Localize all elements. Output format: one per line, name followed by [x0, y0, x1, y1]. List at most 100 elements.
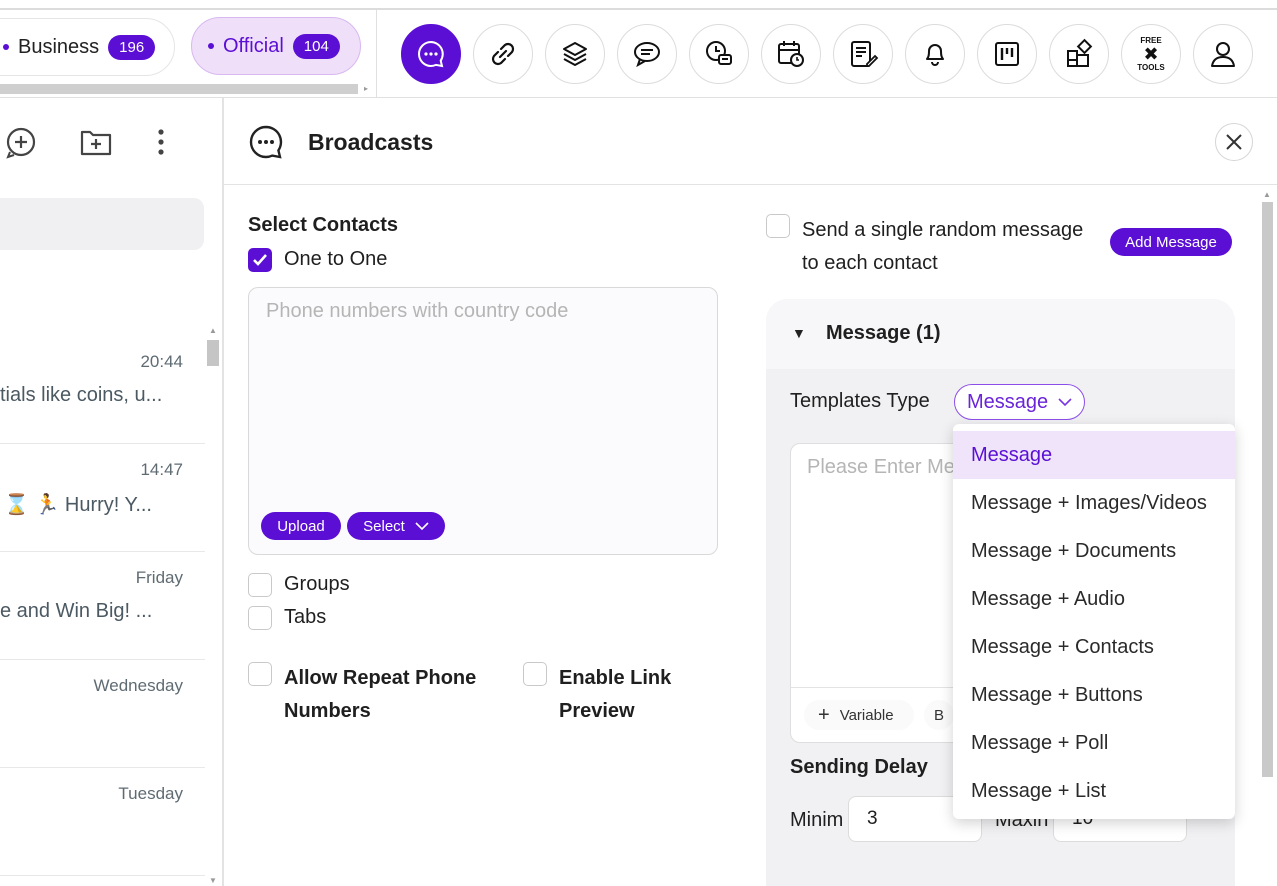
random-message-label: Send a single random message to each con… — [802, 214, 1083, 280]
chat-list-item[interactable]: Wednesday — [0, 660, 205, 768]
notes-edit-icon — [851, 41, 879, 67]
chat-list-item[interactable]: 14:47 ⌛ 🏃 Hurry! Y... — [0, 444, 205, 552]
templates-select-value: Message — [967, 390, 1049, 413]
add-message-button[interactable]: Add Message — [1110, 228, 1232, 256]
bell-icon — [926, 44, 944, 66]
speech-button[interactable] — [617, 24, 677, 84]
template-option-message[interactable]: Message — [953, 431, 1235, 479]
tools-cross-icon: ✖ — [1143, 44, 1159, 64]
random-message-checkbox[interactable] — [766, 214, 790, 238]
select-contacts-button[interactable]: Select — [347, 512, 445, 540]
new-folder-button[interactable] — [79, 128, 113, 163]
chat-list-item[interactable]: 20:44 tials like coins, u... — [0, 336, 205, 444]
random-line1: Send a single random message — [802, 219, 1084, 241]
chat-time: Tuesday — [118, 784, 183, 803]
form-scrollbar[interactable] — [1262, 202, 1273, 777]
chat-bubble-icon — [418, 40, 444, 68]
upload-button[interactable]: Upload — [261, 512, 341, 540]
phone-numbers-placeholder: Phone numbers with country code — [266, 300, 569, 322]
add-chat-icon — [6, 127, 36, 159]
chevron-down-icon — [1058, 398, 1072, 407]
templates-type-select[interactable]: Message — [954, 384, 1085, 420]
tabs-checkbox[interactable] — [248, 606, 272, 630]
tab-business[interactable]: Business 196 — [0, 18, 175, 76]
chat-time: Wednesday — [93, 676, 183, 695]
scroll-right-arrow-icon[interactable]: ▸ — [364, 84, 370, 94]
speech-icon — [634, 42, 660, 68]
kanban-button[interactable] — [977, 24, 1037, 84]
dot-icon — [208, 43, 214, 49]
divider — [224, 184, 1277, 185]
tab-official-label: Official — [223, 34, 284, 57]
business-count-badge: 196 — [108, 34, 156, 60]
profile-button[interactable] — [1193, 24, 1253, 84]
widgets-button[interactable] — [1049, 24, 1109, 84]
schedule-chat-icon — [706, 41, 732, 65]
template-option-audio[interactable]: Message + Audio — [953, 575, 1235, 623]
links-button[interactable] — [473, 24, 533, 84]
insert-variable-button[interactable]: + Variable — [804, 700, 914, 730]
caret-down-icon: ▼ — [792, 325, 806, 341]
template-option-buttons[interactable]: Message + Buttons — [953, 671, 1235, 719]
panel-divider — [222, 98, 224, 886]
top-border — [0, 8, 1277, 10]
chat-time: 14:47 — [140, 460, 183, 479]
template-option-list[interactable]: Message + List — [953, 767, 1235, 815]
chat-list-item[interactable]: Friday e and Win Big! ... — [0, 552, 205, 660]
one-to-one-label: One to One — [284, 248, 388, 270]
scheduled-chat-button[interactable] — [689, 24, 749, 84]
template-option-poll[interactable]: Message + Poll — [953, 719, 1235, 767]
allow-repeat-checkbox[interactable] — [248, 662, 272, 686]
close-button[interactable] — [1215, 123, 1253, 161]
minimum-label: Minim — [790, 809, 844, 831]
message-editor-placeholder: Please Enter Me — [807, 456, 955, 478]
add-box-icon — [80, 130, 112, 156]
enable-link-preview-label: Enable Link Preview — [559, 662, 671, 728]
dot-icon — [3, 44, 9, 50]
chat-list-item[interactable]: Tuesday — [0, 768, 205, 876]
tabs-horizontal-scrollbar[interactable] — [0, 84, 358, 94]
check-icon — [253, 254, 267, 266]
chat-list-scrollbar[interactable] — [207, 340, 219, 366]
calendar-button[interactable] — [761, 24, 821, 84]
layers-icon — [563, 42, 587, 66]
template-option-images-videos[interactable]: Message + Images/Videos — [953, 479, 1235, 527]
reminders-button[interactable] — [905, 24, 965, 84]
groups-checkbox[interactable] — [248, 573, 272, 597]
bold-button[interactable]: B — [924, 700, 954, 730]
more-options-button[interactable] — [154, 126, 168, 163]
chat-preview: ⌛ 🏃 Hurry! Y... — [4, 494, 152, 516]
template-option-contacts[interactable]: Message + Contacts — [953, 623, 1235, 671]
chevron-down-icon — [415, 522, 429, 531]
broadcast-button[interactable] — [401, 24, 461, 84]
tab-official[interactable]: Official 104 — [191, 17, 361, 75]
variable-label: Variable — [839, 706, 894, 724]
enable-link-line1: Enable Link — [559, 667, 672, 689]
free-tools-button[interactable]: FREE ✖ TOOLS — [1121, 24, 1181, 84]
user-icon — [1211, 42, 1235, 67]
chat-bubble-icon — [249, 125, 283, 159]
templates-type-dropdown: Message Message + Images/Videos Message … — [953, 424, 1235, 819]
free-tools-line2: TOOLS — [1137, 63, 1165, 72]
chat-search-input[interactable] — [0, 198, 204, 250]
chat-preview: e and Win Big! ... — [0, 600, 153, 622]
plus-icon: + — [818, 703, 830, 726]
new-chat-button[interactable] — [4, 126, 38, 165]
random-line2: to each contact — [802, 252, 938, 274]
widgets-icon — [1067, 38, 1093, 67]
one-to-one-checkbox[interactable] — [248, 248, 272, 272]
layers-button[interactable] — [545, 24, 605, 84]
official-count-badge: 104 — [292, 33, 340, 59]
scroll-up-arrow-icon[interactable]: ▲ — [209, 326, 217, 335]
link-icon — [491, 42, 515, 66]
select-button-label: Select — [363, 517, 405, 535]
scroll-up-arrow-icon[interactable]: ▲ — [1263, 190, 1271, 199]
enable-link-preview-checkbox[interactable] — [523, 662, 547, 686]
divider — [376, 10, 377, 97]
tab-business-label: Business — [18, 35, 100, 58]
scroll-down-arrow-icon[interactable]: ▼ — [209, 876, 217, 885]
page-title: Broadcasts — [308, 129, 434, 155]
template-option-documents[interactable]: Message + Documents — [953, 527, 1235, 575]
notes-button[interactable] — [833, 24, 893, 84]
chat-time: Friday — [135, 568, 183, 587]
